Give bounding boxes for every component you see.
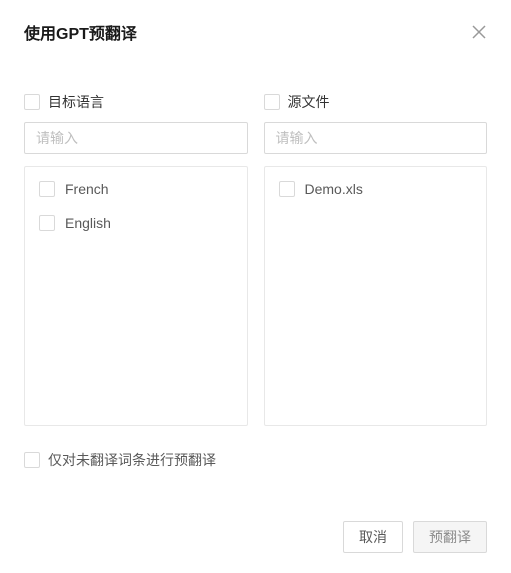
list-item[interactable]: French: [39, 181, 233, 197]
footer-buttons: 取消 预翻译: [343, 521, 487, 553]
target-language-list: French English: [24, 166, 248, 426]
target-language-checkbox[interactable]: [24, 94, 40, 110]
source-file-label: 源文件: [288, 92, 330, 112]
dialog-title: 使用GPT预翻译: [24, 20, 137, 44]
target-language-label: 目标语言: [48, 92, 104, 112]
dialog: 使用GPT预翻译 目标语言 French English: [0, 0, 511, 490]
target-language-column: 目标语言 French English: [24, 92, 248, 426]
item-label: Demo.xls: [305, 181, 363, 197]
source-file-header[interactable]: 源文件: [264, 92, 488, 112]
item-checkbox[interactable]: [279, 181, 295, 197]
close-icon[interactable]: [471, 24, 487, 40]
untranslated-only-option[interactable]: 仅对未翻译词条进行预翻译: [24, 450, 487, 470]
item-label: French: [65, 181, 109, 197]
source-file-checkbox[interactable]: [264, 94, 280, 110]
item-checkbox[interactable]: [39, 181, 55, 197]
item-label: English: [65, 215, 111, 231]
content-columns: 目标语言 French English 源文件: [24, 92, 487, 426]
target-language-input[interactable]: [24, 122, 248, 154]
list-item[interactable]: English: [39, 215, 233, 231]
item-checkbox[interactable]: [39, 215, 55, 231]
untranslated-only-label: 仅对未翻译词条进行预翻译: [48, 450, 216, 470]
confirm-button[interactable]: 预翻译: [413, 521, 487, 553]
source-file-list: Demo.xls: [264, 166, 488, 426]
untranslated-only-checkbox[interactable]: [24, 452, 40, 468]
cancel-button[interactable]: 取消: [343, 521, 403, 553]
target-language-header[interactable]: 目标语言: [24, 92, 248, 112]
list-item[interactable]: Demo.xls: [279, 181, 473, 197]
source-file-input[interactable]: [264, 122, 488, 154]
source-file-column: 源文件 Demo.xls: [264, 92, 488, 426]
dialog-header: 使用GPT预翻译: [24, 20, 487, 44]
